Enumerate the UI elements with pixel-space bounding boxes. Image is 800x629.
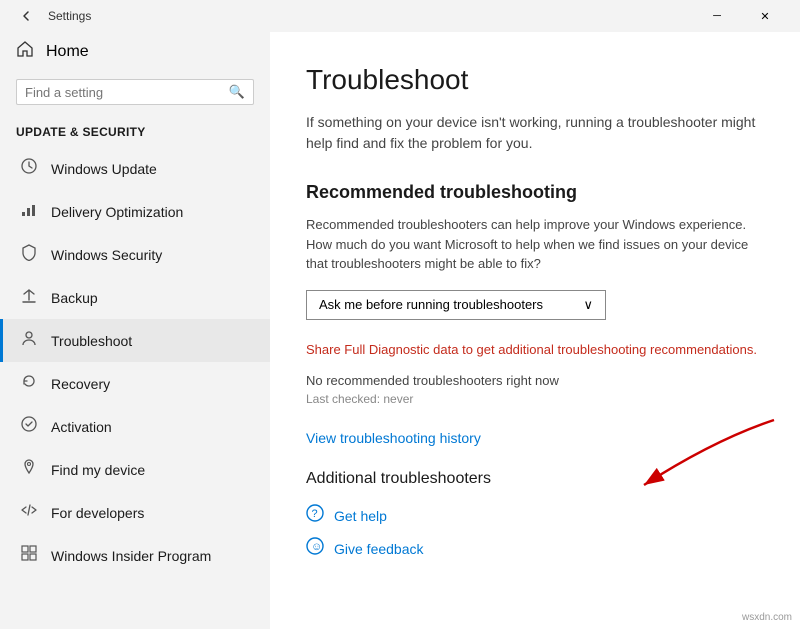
page-description: If something on your device isn't workin… [306,112,764,154]
search-input[interactable] [25,85,229,100]
sidebar-item-label: Windows Update [51,161,157,177]
home-nav-item[interactable]: Home [0,32,270,71]
give-feedback-item[interactable]: ☺ Give feedback [306,537,764,560]
get-help-icon: ? [306,504,324,527]
sidebar-item-label: Delivery Optimization [51,204,183,220]
sidebar-item-windows-security[interactable]: Windows Security [0,233,270,276]
search-icon: 🔍 [229,84,245,100]
sidebar-item-recovery[interactable]: Recovery [0,362,270,405]
share-diagnostic-link[interactable]: Share Full Diagnostic data to get additi… [306,340,764,360]
troubleshoot-icon [19,329,39,352]
watermark: wsxdn.com [742,612,792,623]
sidebar: Home 🔍 Update & Security Windows Update … [0,32,270,629]
titlebar-title: Settings [48,9,91,23]
sidebar-section-title: Update & Security [0,121,270,147]
windows-insider-icon [19,544,39,567]
svg-text:?: ? [312,508,318,520]
sidebar-item-label: Windows Security [51,247,162,263]
sidebar-item-activation[interactable]: Activation [0,405,270,448]
sidebar-item-delivery-optimization[interactable]: Delivery Optimization [0,190,270,233]
additional-section-title: Additional troubleshooters [306,470,764,488]
activation-icon [19,415,39,438]
view-history-link[interactable]: View troubleshooting history [306,430,764,446]
sidebar-item-windows-update[interactable]: Windows Update [0,147,270,190]
main-content: Troubleshoot If something on your device… [270,32,800,629]
recommended-description: Recommended troubleshooters can help imp… [306,215,764,274]
page-title: Troubleshoot [306,64,764,96]
delivery-optimization-icon [19,200,39,223]
search-box[interactable]: 🔍 [16,79,254,105]
sidebar-item-label: Find my device [51,462,145,478]
home-icon [16,40,34,63]
sidebar-item-label: Troubleshoot [51,333,132,349]
get-help-item[interactable]: ? Get help [306,504,764,527]
sidebar-item-for-developers[interactable]: For developers [0,491,270,534]
windows-security-icon [19,243,39,266]
give-feedback-label[interactable]: Give feedback [334,541,424,557]
sidebar-item-troubleshoot[interactable]: Troubleshoot [0,319,270,362]
sidebar-item-find-my-device[interactable]: Find my device [0,448,270,491]
sidebar-item-backup[interactable]: Backup [0,276,270,319]
sidebar-item-label: Recovery [51,376,110,392]
additional-section: Additional troubleshooters [306,470,764,488]
sidebar-item-label: Windows Insider Program [51,548,211,564]
troubleshooter-dropdown[interactable]: Ask me before running troubleshooters ∨ [306,290,606,320]
recommended-section-title: Recommended troubleshooting [306,182,764,203]
minimize-button[interactable]: ─ [694,0,740,32]
windows-update-icon [19,157,39,180]
home-label: Home [46,43,89,61]
recovery-icon [19,372,39,395]
annotation-arrow [584,410,784,510]
dropdown-chevron-icon: ∨ [583,297,593,313]
find-my-device-icon [19,458,39,481]
close-button[interactable]: ✕ [742,0,788,32]
for-developers-icon [19,501,39,524]
back-button[interactable] [12,2,40,30]
nav-list: Windows Update Delivery Optimization Win… [0,147,270,577]
titlebar-left: Settings [12,2,91,30]
get-help-label[interactable]: Get help [334,508,387,524]
app-body: Home 🔍 Update & Security Windows Update … [0,32,800,629]
backup-icon [19,286,39,309]
sidebar-item-label: Activation [51,419,112,435]
status-text: No recommended troubleshooters right now [306,373,764,388]
last-checked-text: Last checked: never [306,392,764,406]
dropdown-value: Ask me before running troubleshooters [319,297,543,312]
sidebar-item-windows-insider[interactable]: Windows Insider Program [0,534,270,577]
give-feedback-icon: ☺ [306,537,324,560]
sidebar-item-label: Backup [51,290,98,306]
sidebar-item-label: For developers [51,505,144,521]
titlebar-controls: ─ ✕ [694,0,788,32]
svg-text:☺: ☺ [311,541,322,553]
titlebar: Settings ─ ✕ [0,0,800,32]
